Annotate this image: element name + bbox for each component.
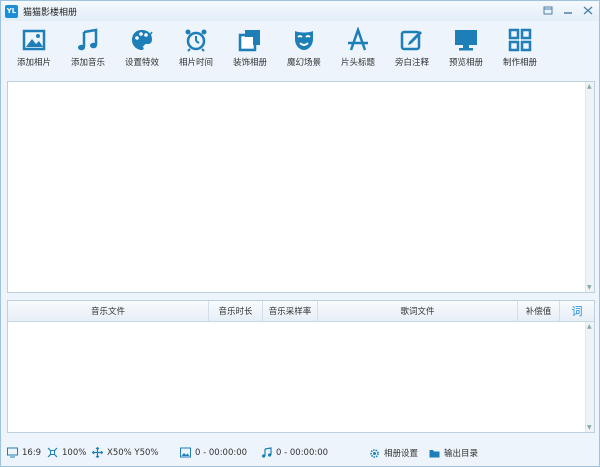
title-bar: YL 猫猫影楼相册 bbox=[1, 1, 599, 21]
aspect-ratio: 16:9 bbox=[22, 447, 42, 458]
scroll-up-icon[interactable]: ▲ bbox=[587, 83, 592, 90]
album-settings-label: 相册设置 bbox=[384, 449, 419, 459]
photo-total-time: 0 - 00:00:00 bbox=[195, 447, 248, 458]
photo-count: 0 - 00:00:00 bbox=[180, 447, 247, 458]
edit-icon bbox=[400, 30, 422, 51]
palette-icon bbox=[132, 30, 153, 50]
close-icon[interactable] bbox=[581, 3, 595, 17]
opening-title-button[interactable]: 片头标题 bbox=[331, 22, 385, 74]
col-offset[interactable]: 补偿值 bbox=[518, 301, 560, 321]
zoom-button[interactable]: 100% bbox=[47, 447, 86, 458]
gear-icon bbox=[370, 448, 379, 458]
position-button[interactable]: X50% Y50% bbox=[92, 447, 159, 458]
alarm-clock-icon bbox=[185, 29, 207, 52]
scroll-down-icon[interactable]: ▼ bbox=[587, 424, 592, 431]
title-a-icon bbox=[348, 27, 368, 51]
tool-label: 相片时间 bbox=[178, 58, 213, 68]
position-readout: X50% Y50% bbox=[107, 447, 159, 458]
grid-icon bbox=[508, 28, 532, 52]
tool-label: 旁白注释 bbox=[394, 58, 429, 68]
make-album-button[interactable]: 制作相册 bbox=[493, 22, 547, 74]
music-note-icon bbox=[78, 28, 98, 51]
fit-icon bbox=[47, 447, 58, 458]
output-dir-button[interactable]: 输出目录 bbox=[429, 447, 478, 459]
set-effects-button[interactable]: 设置特效 bbox=[115, 22, 169, 74]
narration-button[interactable]: 旁白注释 bbox=[385, 22, 439, 74]
music-list-scrollbar[interactable]: ▲ ▼ bbox=[585, 322, 594, 432]
tool-label: 制作相册 bbox=[502, 58, 537, 68]
app-logo: YL bbox=[5, 4, 18, 18]
tool-label: 魔幻场景 bbox=[286, 58, 321, 68]
tool-label: 装饰相册 bbox=[232, 58, 267, 68]
tool-label: 添加音乐 bbox=[70, 58, 105, 68]
photo-time-button[interactable]: 相片时间 bbox=[169, 22, 223, 74]
minimize-icon[interactable] bbox=[561, 3, 575, 17]
photo-list-scrollbar[interactable]: ▲ ▼ bbox=[585, 82, 594, 292]
photo-list-area[interactable]: ▲ ▼ bbox=[7, 81, 595, 293]
music-total-time: 0 - 00:00:00 bbox=[276, 447, 329, 458]
app-window: YL 猫猫影楼相册 添加相片 添加音乐 设置特效 相片时间 装饰相册 魔幻场景 … bbox=[0, 0, 600, 467]
monitor-icon bbox=[455, 30, 477, 51]
monitor-icon bbox=[7, 447, 18, 458]
picture-icon bbox=[180, 447, 191, 458]
tool-label: 添加相片 bbox=[16, 58, 51, 68]
mask-icon bbox=[295, 31, 313, 50]
window-title: 猫猫影楼相册 bbox=[23, 7, 78, 18]
frame-icon bbox=[238, 30, 260, 52]
menu-icon[interactable] bbox=[541, 3, 555, 17]
output-dir-label: 输出目录 bbox=[444, 449, 479, 459]
move-icon bbox=[92, 447, 103, 458]
scroll-up-icon[interactable]: ▲ bbox=[587, 323, 592, 330]
lyrics-button[interactable]: 词 bbox=[560, 301, 594, 321]
col-lyrics-file[interactable]: 歌词文件 bbox=[318, 301, 518, 321]
aspect-ratio-button[interactable]: 16:9 bbox=[7, 447, 41, 458]
tool-label: 设置特效 bbox=[124, 58, 159, 68]
preview-album-button[interactable]: 预览相册 bbox=[439, 22, 493, 74]
col-music-duration[interactable]: 音乐时长 bbox=[209, 301, 263, 321]
zoom-level: 100% bbox=[62, 447, 87, 458]
folder-icon bbox=[429, 449, 440, 457]
music-table-header: 音乐文件 音乐时长 音乐采样率 歌词文件 补偿值 词 bbox=[8, 301, 594, 322]
main-toolbar: 添加相片 添加音乐 设置特效 相片时间 装饰相册 魔幻场景 片头标题 旁白注释 bbox=[1, 22, 599, 74]
music-count: 0 - 00:00:00 bbox=[261, 447, 328, 458]
tool-label: 预览相册 bbox=[448, 58, 483, 68]
decorate-album-button[interactable]: 装饰相册 bbox=[223, 22, 277, 74]
add-photo-button[interactable]: 添加相片 bbox=[7, 22, 61, 74]
music-list-panel: 音乐文件 音乐时长 音乐采样率 歌词文件 补偿值 词 ▲ ▼ bbox=[7, 300, 595, 433]
picture-icon bbox=[22, 29, 46, 51]
add-music-button[interactable]: 添加音乐 bbox=[61, 22, 115, 74]
music-note-icon bbox=[262, 447, 272, 458]
status-bar: 16:9 100% X50% Y50% 0 - 00:00:00 0 - 00:… bbox=[1, 442, 599, 466]
scroll-down-icon[interactable]: ▼ bbox=[587, 284, 592, 291]
magic-scene-button[interactable]: 魔幻场景 bbox=[277, 22, 331, 74]
col-sample-rate[interactable]: 音乐采样率 bbox=[263, 301, 318, 321]
col-music-file[interactable]: 音乐文件 bbox=[8, 301, 209, 321]
tool-label: 片头标题 bbox=[340, 58, 375, 68]
album-settings-button[interactable]: 相册设置 bbox=[369, 447, 418, 459]
